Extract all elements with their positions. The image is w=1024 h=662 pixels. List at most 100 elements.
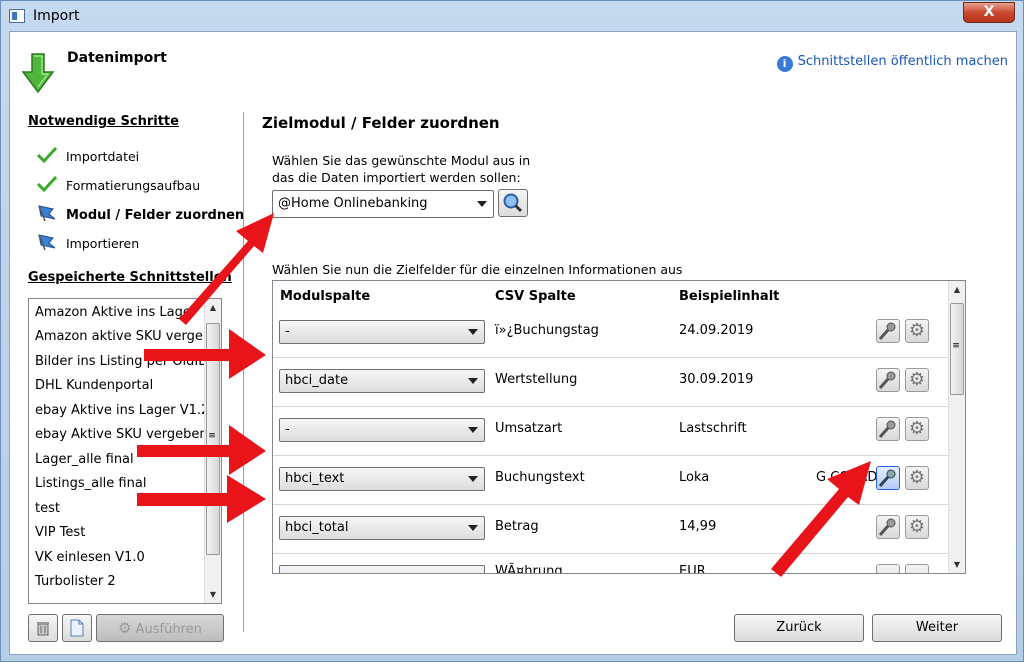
step-importieren: Importieren (36, 233, 139, 251)
module-search-button[interactable] (498, 189, 528, 217)
key-button[interactable] (876, 417, 900, 441)
chevron-down-icon (468, 427, 478, 433)
flag-icon (38, 205, 56, 222)
close-button[interactable]: X (963, 2, 1015, 23)
info-icon: i (776, 56, 793, 72)
gear-icon: ⚙ (908, 516, 926, 537)
grid-header: Modulspalte CSV Spalte Beispielinhalt (273, 281, 949, 311)
scroll-down-icon[interactable]: ▼ (205, 586, 221, 603)
import-window: Import X Datenimport i Schnittstellen öff… (0, 0, 1024, 662)
import-arrow-icon (21, 53, 55, 94)
settings-button[interactable]: ⚙ (905, 368, 929, 392)
run-button[interactable]: ⚙ Ausführen (96, 614, 224, 642)
field-mapping-grid: Modulspalte CSV Spalte Beispielinhalt - … (272, 280, 966, 574)
fields-prompt: Wählen Sie nun die Zielfelder für die ei… (272, 262, 683, 277)
module-column-select[interactable]: - (279, 320, 485, 344)
dialog-client: Datenimport i Schnittstellen öffentlich m… (9, 31, 1017, 655)
settings-button[interactable]: ⚙ (905, 319, 929, 343)
module-column-select[interactable]: - (279, 418, 485, 442)
table-row: hbci_total Betrag 14,99 ⚙ (273, 505, 949, 554)
saved-interfaces-list[interactable]: Amazon Aktive ins Lager Amazon aktive SK… (28, 298, 222, 604)
col-header-csv-spalte: CSV Spalte (495, 289, 576, 304)
settings-button[interactable]: ⚙ (905, 417, 929, 441)
list-item[interactable]: Listings_alle final (35, 476, 146, 491)
flag-icon (38, 234, 56, 251)
scroll-down-icon[interactable]: ▼ (949, 556, 965, 573)
module-column-value: hbci_text (285, 471, 345, 486)
table-row: hbci_text Buchungstext Loka G COBAD ⚙ (273, 456, 949, 505)
list-item[interactable]: Amazon aktive SKU vergeben (35, 329, 221, 344)
gear-icon: ⚙ (908, 369, 926, 390)
csv-column-cell: Umsatzart (495, 421, 563, 436)
list-item[interactable]: test (35, 501, 60, 516)
key-icon (878, 420, 896, 438)
back-button[interactable]: Zurück (734, 614, 864, 642)
title-bar[interactable]: Import X (1, 1, 1023, 31)
key-button[interactable] (876, 515, 900, 539)
module-column-value: hbci_total (285, 520, 349, 535)
step-label: Modul / Felder zuordnen (66, 208, 245, 223)
csv-column-cell: Wertstellung (495, 372, 578, 387)
scroll-up-icon[interactable]: ▲ (949, 281, 965, 298)
list-item[interactable]: VIP Test (35, 525, 85, 540)
dialog-heading: Datenimport (67, 50, 167, 66)
settings-button[interactable] (905, 564, 929, 573)
grip-icon: ≡ (952, 341, 960, 351)
module-column-select[interactable] (279, 565, 485, 573)
list-item[interactable]: Turbolister 2 (35, 574, 116, 589)
list-item[interactable]: DHL Kundenportal (35, 378, 153, 393)
col-header-beispielinhalt: Beispielinhalt (679, 289, 780, 304)
new-interface-button[interactable] (62, 614, 92, 642)
example-cell: 14,99 (679, 519, 717, 534)
module-select-value: @Home Onlinebanking (278, 196, 428, 211)
gear-icon: ⚙ (908, 320, 926, 341)
step-formatierungsaufbau: Formatierungsaufbau (36, 175, 200, 193)
grip-icon: ≡ (208, 431, 216, 441)
module-prompt-line1: Wählen Sie das gewünschte Modul aus in (272, 153, 531, 168)
delete-interface-button[interactable] (28, 614, 58, 642)
module-column-select[interactable]: hbci_text (279, 467, 485, 491)
list-item[interactable]: Lager_alle final (35, 452, 134, 467)
csv-column-cell: Buchungstext (495, 470, 585, 485)
window-title: Import (33, 8, 80, 24)
panel-divider (243, 112, 244, 632)
table-row: - Umsatzart Lastschrift ⚙ (273, 407, 949, 456)
chevron-down-icon (468, 378, 478, 384)
settings-button[interactable]: ⚙ (905, 515, 929, 539)
chevron-down-icon (477, 201, 487, 207)
module-column-value: hbci_date (285, 373, 349, 388)
example-cell: Lastschrift (679, 421, 747, 436)
next-button[interactable]: Weiter (872, 614, 1002, 642)
key-button[interactable] (876, 368, 900, 392)
list-item[interactable]: Amazon Aktive ins Lager (35, 305, 196, 320)
list-item[interactable]: ebay Aktive SKU vergeben (35, 427, 208, 442)
key-button[interactable] (876, 564, 900, 573)
example-cell: 24.09.2019 (679, 323, 754, 338)
publish-interfaces-label: Schnittstellen öffentlich machen (797, 54, 1008, 69)
module-select[interactable]: @Home Onlinebanking (272, 190, 494, 218)
settings-button[interactable]: ⚙ (905, 466, 929, 490)
step-label: Importieren (66, 236, 140, 251)
saved-list-scrollbar[interactable]: ▲ ≡ ▼ (204, 299, 221, 603)
module-column-select[interactable]: hbci_date (279, 369, 485, 393)
gear-icon: ⚙ (118, 619, 132, 637)
list-item[interactable]: VK einlesen V1.0 (35, 550, 145, 565)
publish-interfaces-link[interactable]: i Schnittstellen öffentlich machen (776, 54, 1008, 72)
list-item[interactable]: ebay Aktive ins Lager V1.2 (35, 403, 209, 418)
chevron-down-icon (468, 476, 478, 482)
key-icon (878, 469, 896, 487)
key-icon (878, 518, 896, 536)
steps-heading: Notwendige Schritte (28, 114, 179, 129)
module-column-value: - (285, 324, 290, 339)
col-header-modulspalte: Modulspalte (280, 289, 371, 304)
new-document-icon (70, 619, 84, 637)
grid-scrollbar[interactable]: ▲ ≡ ▼ (948, 281, 965, 573)
dialog-header: Datenimport i Schnittstellen öffentlich m… (10, 32, 1016, 104)
step-modul-felder-zuordnen: Modul / Felder zuordnen (36, 204, 244, 223)
key-button-highlighted[interactable] (876, 466, 900, 490)
list-item[interactable]: Bilder ins Listing per OldID (35, 354, 208, 369)
key-button[interactable] (876, 319, 900, 343)
scroll-up-icon[interactable]: ▲ (205, 299, 221, 316)
module-column-select[interactable]: hbci_total (279, 516, 485, 540)
example-cell: EUR (679, 564, 706, 574)
